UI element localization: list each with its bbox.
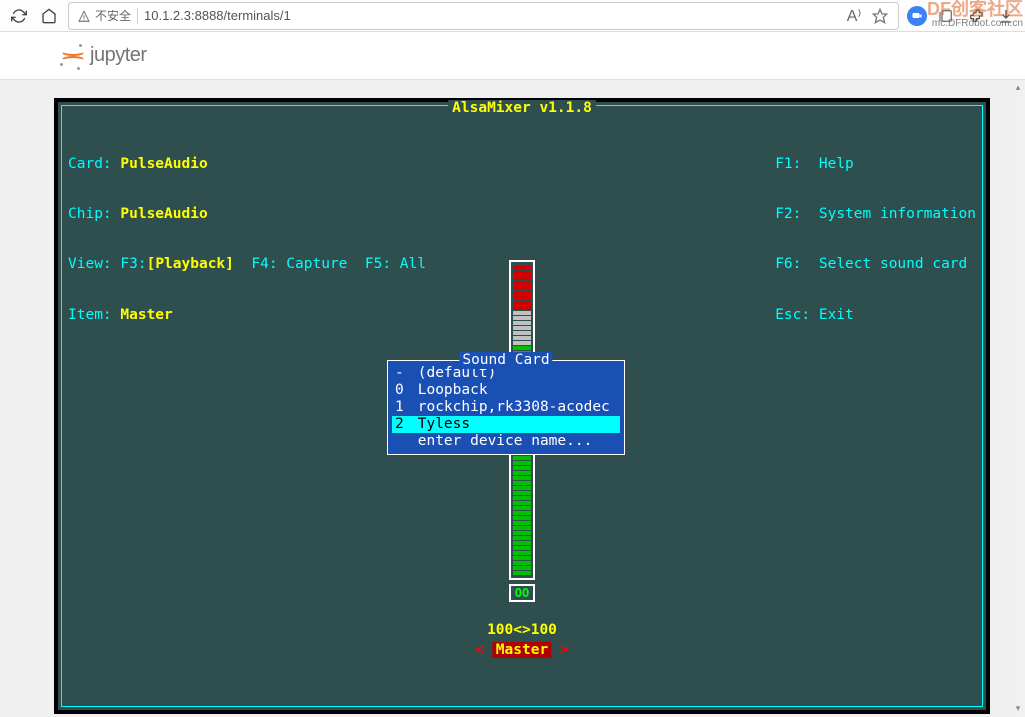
favorite-icon[interactable]	[870, 6, 890, 26]
browser-toolbar: 不安全 10.1.2.3:8888/terminals/1 A⁾	[0, 0, 1025, 32]
item-value: Master	[120, 307, 172, 323]
view-f5: F5: All	[365, 256, 426, 272]
url-text[interactable]: 10.1.2.3:8888/terminals/1	[144, 8, 838, 23]
page-scrollbar[interactable]: ▴ ▾	[1011, 80, 1025, 717]
info-right: F1: Help F2: System information F6: Sele…	[775, 122, 976, 357]
level-readout: 100<>100	[487, 622, 557, 639]
jupyter-logo[interactable]: jupyter	[60, 44, 147, 68]
dialog-list[interactable]: - (default)0 Loopback1 rockchip,rk3308-a…	[388, 361, 624, 454]
f2-val: System information	[819, 206, 976, 222]
watermark-main: DF创客社区	[927, 0, 1023, 19]
terminal-container[interactable]: AlsaMixer v1.1.8 Card: PulseAudio Chip: …	[54, 98, 990, 714]
chip-value: PulseAudio	[120, 206, 207, 222]
dialog-title: Sound Card	[459, 352, 552, 369]
arrow-left-icon: <	[475, 642, 484, 658]
watermark: DF创客社区 mc.DFRobot.com.cn	[927, 0, 1023, 29]
item-label: Item:	[68, 307, 112, 323]
mute-indicator: OO	[509, 584, 535, 602]
view-f3k: F3:	[120, 256, 146, 272]
scroll-down-icon[interactable]: ▾	[1011, 701, 1025, 717]
address-bar[interactable]: 不安全 10.1.2.3:8888/terminals/1 A⁾	[68, 2, 899, 30]
card-value: PulseAudio	[120, 156, 207, 172]
f6-val: Select sound card	[819, 256, 967, 272]
sound-card-dialog[interactable]: Sound Card - (default)0 Loopback1 rockch…	[387, 360, 625, 455]
f2-key: F2:	[775, 206, 801, 222]
view-label: View:	[68, 256, 112, 272]
view-f3v: [Playback]	[147, 256, 234, 272]
view-f4: F4: Capture	[251, 256, 347, 272]
info-left: Card: PulseAudio Chip: PulseAudio View: …	[68, 122, 426, 357]
chip-label: Chip:	[68, 206, 112, 222]
insecure-label: 不安全	[95, 7, 131, 24]
refresh-icon[interactable]	[8, 5, 30, 27]
channel-label: < Master >	[475, 642, 568, 659]
jupyter-header: jupyter	[0, 32, 1025, 80]
terminal[interactable]: AlsaMixer v1.1.8 Card: PulseAudio Chip: …	[58, 102, 986, 710]
home-icon[interactable]	[38, 5, 60, 27]
alsamixer-title: AlsaMixer v1.1.8	[448, 100, 596, 117]
watermark-sub: mc.DFRobot.com.cn	[927, 19, 1023, 30]
arrow-right-icon: >	[560, 642, 569, 658]
esc-val: Exit	[819, 307, 854, 323]
insecure-badge: 不安全	[77, 7, 131, 24]
sound-card-option[interactable]: 2 Tyless	[392, 416, 620, 433]
scroll-up-icon[interactable]: ▴	[1011, 80, 1025, 96]
sound-card-option[interactable]: 0 Loopback	[392, 382, 620, 399]
esc-key: Esc:	[775, 307, 810, 323]
sound-card-option[interactable]: 1 rockchip,rk3308-acodec	[392, 399, 620, 416]
zoom-badge-icon[interactable]	[907, 6, 927, 26]
channel-name: Master	[493, 642, 551, 658]
separator	[137, 8, 138, 24]
jupyter-wordmark: jupyter	[90, 44, 147, 67]
f6-key: F6:	[775, 256, 801, 272]
card-label: Card:	[68, 156, 112, 172]
jupyter-icon	[60, 44, 84, 68]
sound-card-option[interactable]: enter device name...	[392, 433, 620, 450]
f1-key: F1:	[775, 156, 801, 172]
f1-val: Help	[819, 156, 854, 172]
read-aloud-icon[interactable]: A⁾	[844, 6, 864, 26]
